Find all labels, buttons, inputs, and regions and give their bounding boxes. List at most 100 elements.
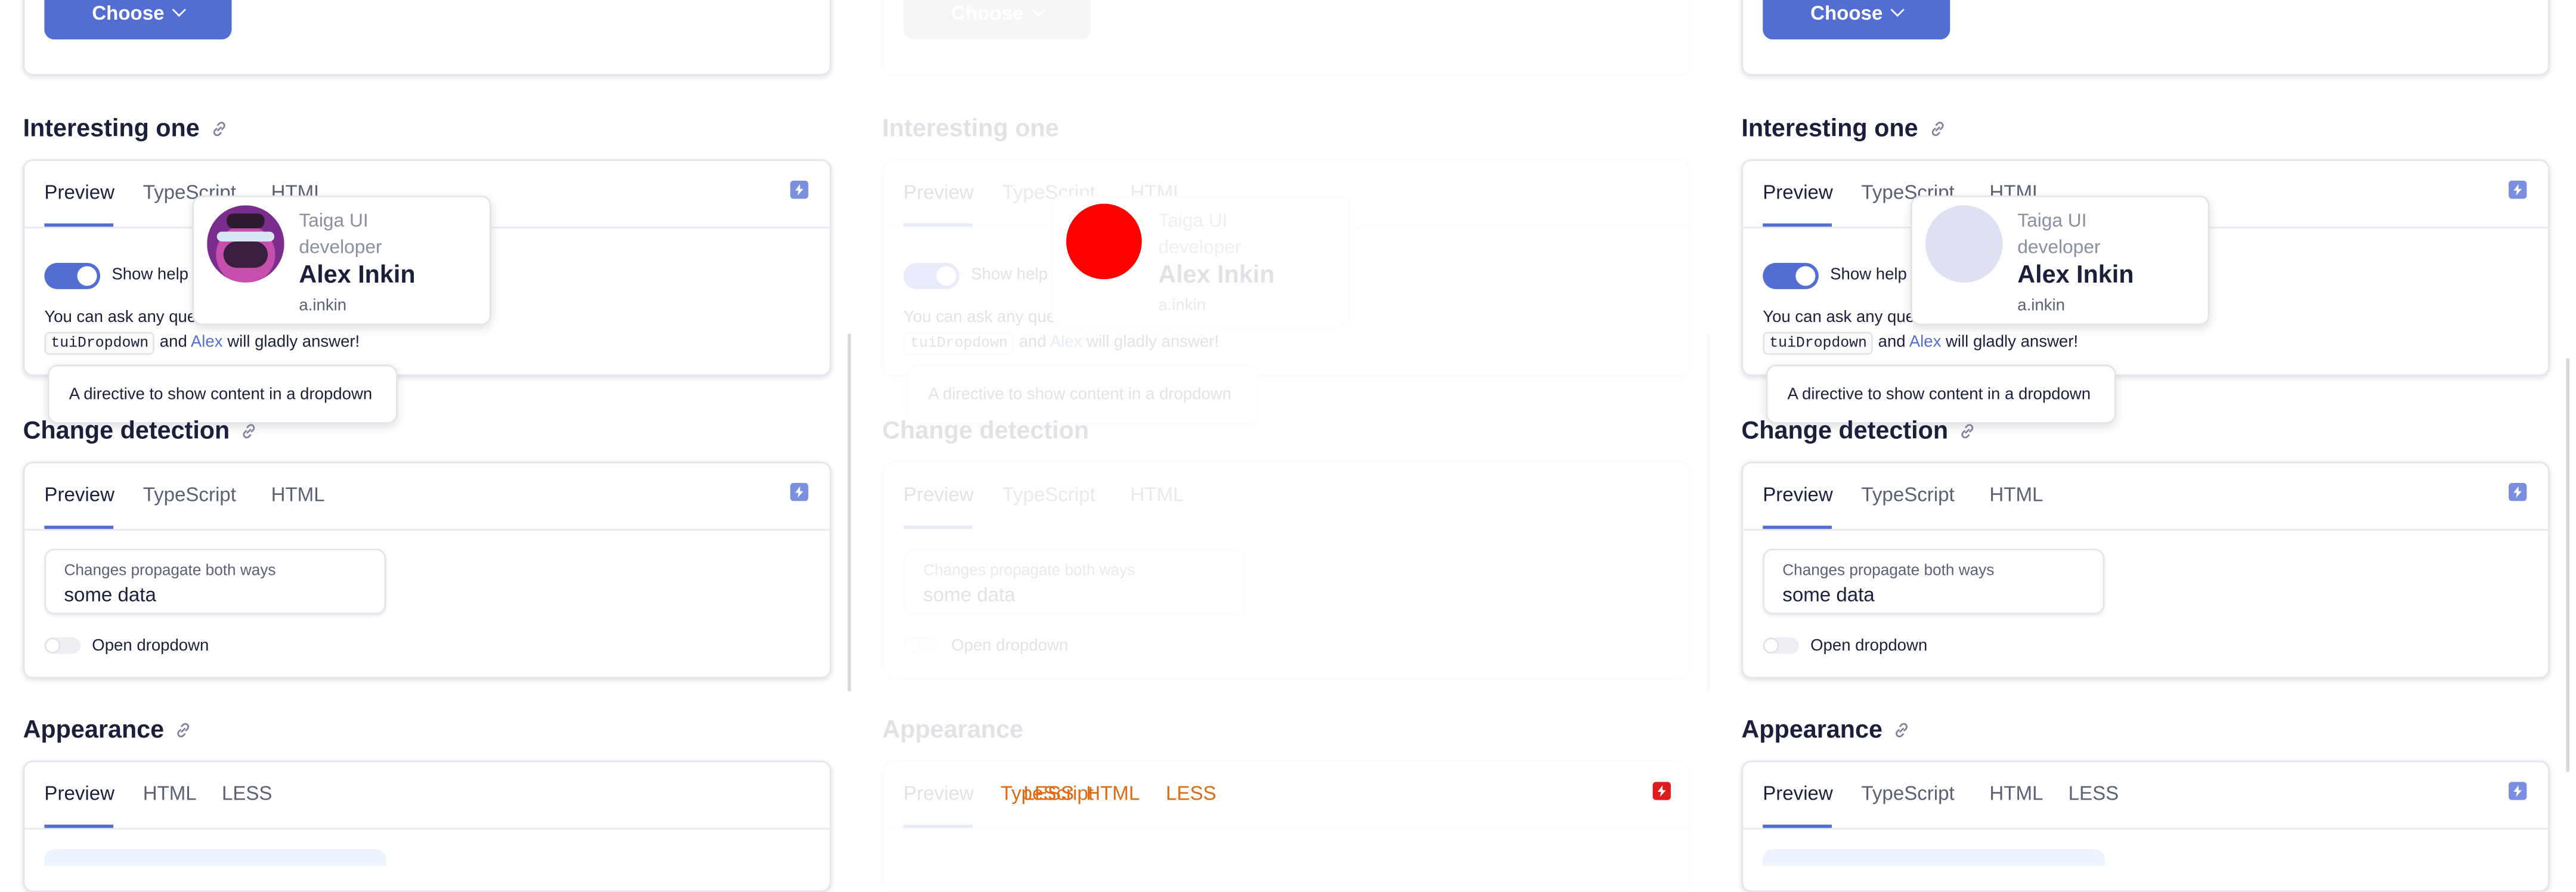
section-title-text: Interesting one <box>882 114 1059 143</box>
section-title-text: Appearance <box>1741 716 1883 745</box>
tab-html[interactable]: HTML <box>1989 483 2043 506</box>
choose-card: Choose <box>882 0 1690 76</box>
code-tuidropdown: tuiDropdown <box>44 332 156 355</box>
profile-popover: Taiga UI developer Alex Inkin a.inkin <box>1911 195 2210 326</box>
section-title-text: Interesting one <box>23 114 200 143</box>
open-dropdown-toggle[interactable] <box>1763 637 1799 654</box>
section-title-appearance: Appearance <box>23 716 192 744</box>
help-text-start: You can ask any ques <box>903 308 1064 327</box>
code-tuidropdown: tuiDropdown <box>903 332 1015 355</box>
open-dropdown-label: Open dropdown <box>1810 637 1928 656</box>
tab-typescript[interactable]: TypeScript <box>1862 782 1955 805</box>
chevron-down-icon <box>172 2 186 17</box>
scrollbar[interactable] <box>1705 0 1712 859</box>
tab-underline <box>903 223 973 227</box>
code-tuidropdown: tuiDropdown <box>1763 332 1874 355</box>
hint-text: A directive to show content in a dropdow… <box>1787 386 2091 404</box>
show-help-toggle[interactable] <box>1763 262 1819 289</box>
text-and: and <box>159 333 187 352</box>
tab-typescript[interactable]: TypeScript <box>143 483 236 506</box>
tab-underline <box>1763 825 1832 828</box>
profile-role: Taiga UI developer <box>1158 212 1241 258</box>
show-help-toggle[interactable] <box>44 262 101 289</box>
profile-handle: a.inkin <box>2017 297 2065 315</box>
tab-preview[interactable]: Preview <box>1763 483 1833 506</box>
choose-button[interactable]: Choose <box>903 0 1091 40</box>
section-title-interesting: Interesting one <box>1741 115 1946 143</box>
alex-link[interactable]: Alex <box>191 333 223 351</box>
hint-popover: A directive to show content in a dropdow… <box>47 364 398 424</box>
text-and: and <box>1878 333 1906 352</box>
tab-html[interactable]: HTML <box>1989 782 2043 805</box>
scrollbar[interactable] <box>2565 0 2571 859</box>
choose-card: Choose <box>23 0 832 76</box>
stackblitz-icon[interactable] <box>2509 482 2527 501</box>
stackblitz-icon[interactable] <box>2509 782 2527 800</box>
change-card: Preview TypeScript HTML Changes propagat… <box>1741 462 2550 679</box>
tab-html[interactable]: HTML <box>143 782 197 805</box>
overlay-tab-less-2: LESS <box>1166 782 1216 805</box>
tab-underline <box>903 825 973 828</box>
tab-preview[interactable]: Preview <box>903 483 974 506</box>
stackblitz-icon[interactable] <box>790 482 809 501</box>
alex-link[interactable]: Alex <box>1909 333 1942 351</box>
tab-preview[interactable]: Preview <box>44 782 114 805</box>
sync-input-field[interactable]: Changes propagate both ways some data <box>1763 549 2105 615</box>
tab-preview[interactable]: Preview <box>44 483 114 506</box>
section-title-interesting: Interesting one <box>882 115 1058 143</box>
link-icon[interactable] <box>1893 721 1911 739</box>
sync-input-field[interactable]: Changes propagate both ways some data <box>903 549 1246 615</box>
text-answer: will gladly answer! <box>1086 333 1219 352</box>
sync-input-field[interactable]: Changes propagate both ways some data <box>44 549 386 615</box>
choose-button[interactable]: Choose <box>44 0 232 40</box>
profile-popover: Taiga UI developer Alex Inkin a.inkin <box>192 195 491 326</box>
scrollbar[interactable] <box>846 0 853 859</box>
diff-marker-avatar <box>1066 203 1142 280</box>
link-icon[interactable] <box>1958 422 1976 440</box>
show-help-label: Show help <box>1830 266 1907 284</box>
overlay-tab-html: HTML <box>1086 782 1140 805</box>
help-text-line: tuiDropdown and Alex will gladly answer! <box>1763 332 2079 355</box>
tab-html[interactable]: HTML <box>1131 483 1184 506</box>
tab-preview[interactable]: Preview <box>903 782 974 805</box>
help-text-start: You can ask any ques <box>44 308 205 327</box>
choose-button[interactable]: Choose <box>1763 0 1950 40</box>
screenshot-stage: Choose Interesting one Preview TypeScrip… <box>0 0 2576 892</box>
profile-role: Taiga UI developer <box>299 212 382 258</box>
help-text-line: tuiDropdown and Alex will gladly answer! <box>903 332 1219 355</box>
text-answer: will gladly answer! <box>1946 333 2079 352</box>
tab-less[interactable]: LESS <box>222 782 273 805</box>
hint-popover: A directive to show content in a dropdow… <box>1766 364 2116 424</box>
tab-typescript[interactable]: TypeScript <box>1862 483 1955 506</box>
panel-left: Choose Interesting one Preview TypeScrip… <box>0 0 857 892</box>
show-help-toggle[interactable] <box>903 262 959 289</box>
appearance-card: Preview HTML LESS <box>23 760 832 892</box>
tab-html[interactable]: HTML <box>271 483 325 506</box>
stackblitz-icon[interactable] <box>2509 181 2527 199</box>
open-dropdown-toggle[interactable] <box>44 637 80 654</box>
section-title-change: Change detection <box>1741 417 1976 445</box>
alex-link[interactable]: Alex <box>1050 333 1082 351</box>
change-tabs: Preview TypeScript HTML <box>884 463 1689 531</box>
section-title-text: Appearance <box>882 716 1024 745</box>
choose-button-label: Choose <box>951 1 1024 24</box>
link-icon[interactable] <box>1928 120 1946 138</box>
tab-typescript[interactable]: TypeScript <box>1002 483 1095 506</box>
profile-name: Alex Inkin <box>1158 261 1275 289</box>
link-icon[interactable] <box>174 721 192 739</box>
tab-less[interactable]: LESS <box>2069 782 2119 805</box>
panel-middle: Choose Interesting one Preview TypeScrip… <box>859 0 1717 892</box>
overlay-tab-less: LESS <box>1023 782 1075 805</box>
tab-preview[interactable]: Preview <box>903 181 974 204</box>
stackblitz-icon[interactable] <box>790 181 809 199</box>
tab-preview[interactable]: Preview <box>1763 181 1833 204</box>
link-icon[interactable] <box>240 422 258 440</box>
open-dropdown-toggle[interactable] <box>903 637 940 654</box>
link-icon[interactable] <box>209 120 227 138</box>
show-help-label: Show help <box>971 266 1048 284</box>
tab-preview[interactable]: Preview <box>44 181 114 204</box>
tab-preview[interactable]: Preview <box>1763 782 1833 805</box>
field-value: some data <box>1782 583 1875 606</box>
open-dropdown-label: Open dropdown <box>951 637 1069 656</box>
change-tabs: Preview TypeScript HTML <box>1743 463 2549 531</box>
